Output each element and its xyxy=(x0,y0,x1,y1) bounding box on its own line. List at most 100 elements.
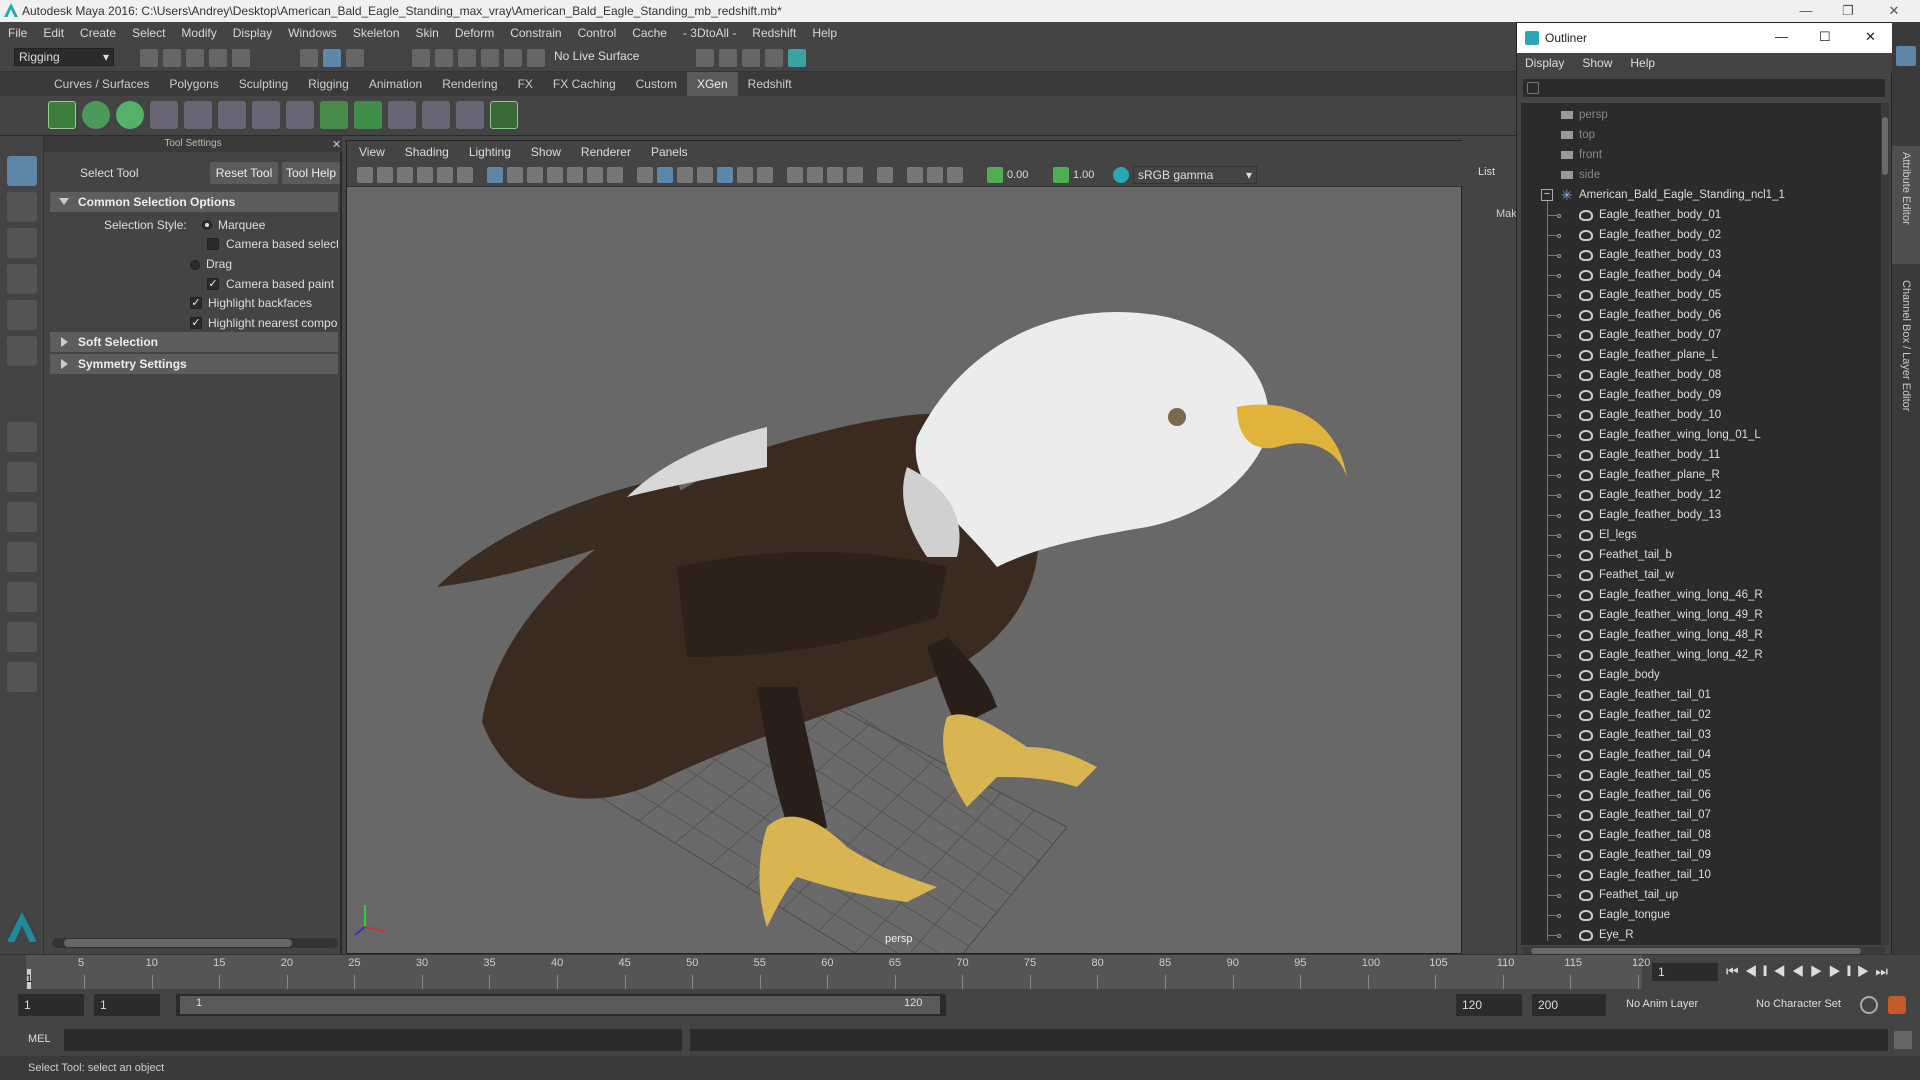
smooth-shade-icon[interactable] xyxy=(657,167,673,183)
default-material-icon[interactable] xyxy=(677,167,693,183)
expand-dot-icon[interactable] xyxy=(1557,394,1561,398)
menu-constrain[interactable]: Constrain xyxy=(510,26,561,40)
go-to-end-icon[interactable]: ⏭ xyxy=(1875,963,1894,979)
use-all-lights-icon[interactable] xyxy=(737,167,753,183)
outliner-item[interactable]: Eagle_feather_body_06 xyxy=(1521,305,1881,325)
expand-dot-icon[interactable] xyxy=(1557,734,1561,738)
expand-dot-icon[interactable] xyxy=(1557,814,1561,818)
expand-dot-icon[interactable] xyxy=(1557,894,1561,898)
shelf-tab-xgen[interactable]: XGen xyxy=(686,72,738,96)
snap-view-icon[interactable] xyxy=(481,49,499,67)
outliner-filter-input[interactable] xyxy=(1523,79,1885,97)
color-management-icon[interactable] xyxy=(1113,167,1129,183)
select-tool-icon[interactable] xyxy=(7,156,37,186)
time-slider[interactable]: 5 10 15 20 25 30 35 40 45 50 55 60 65 70 75 80 85 90 95 100… xyxy=(0,954,1920,989)
textured-icon[interactable] xyxy=(717,167,733,183)
outliner-item[interactable]: Eagle_feather_tail_01 xyxy=(1521,685,1881,705)
command-language[interactable]: MEL xyxy=(28,1033,51,1045)
viewport-panel[interactable]: View Shading Lighting Show Renderer Panels 0.… xyxy=(346,140,1463,954)
step-forward-key-icon[interactable]: ▶❙ xyxy=(1828,963,1856,979)
outliner-item[interactable]: Eagle_feather_body_03 xyxy=(1521,245,1881,265)
minimize-icon[interactable]: — xyxy=(1775,29,1788,44)
expand-dot-icon[interactable] xyxy=(1557,234,1561,238)
outliner-item[interactable]: Eagle_feather_body_09 xyxy=(1521,385,1881,405)
expand-dot-icon[interactable] xyxy=(1557,334,1561,338)
xgen-cut-icon[interactable] xyxy=(456,101,484,129)
custom-layout-icon[interactable] xyxy=(7,622,37,652)
outliner-item[interactable]: Eagle_feather_body_08 xyxy=(1521,365,1881,385)
outliner-item[interactable]: Eagle_feather_tail_04 xyxy=(1521,745,1881,765)
expand-dot-icon[interactable] xyxy=(1557,854,1561,858)
outliner-menu-show[interactable]: Show xyxy=(1582,56,1612,70)
wireframe-icon[interactable] xyxy=(637,167,653,183)
outliner-item[interactable]: Eagle_feather_wing_long_49_R xyxy=(1521,605,1881,625)
step-back-key-icon[interactable]: ❙◀ xyxy=(1763,963,1791,979)
xgen-add-guide-icon[interactable] xyxy=(184,101,212,129)
outliner-item[interactable]: Eagle_feather_wing_long_42_R xyxy=(1521,645,1881,665)
xgen-comb-icon[interactable] xyxy=(422,101,450,129)
viewport-menu-panels[interactable]: Panels xyxy=(651,145,688,159)
viewport-menu-shading[interactable]: Shading xyxy=(405,145,449,159)
xray-joints-icon[interactable] xyxy=(927,167,943,183)
viewport-menu-show[interactable]: Show xyxy=(531,145,561,159)
outliner-item[interactable]: Eagle_feather_wing_long_48_R xyxy=(1521,625,1881,645)
outliner-item[interactable]: Eagle_feather_tail_09 xyxy=(1521,845,1881,865)
close-icon[interactable]: ✕ xyxy=(1865,29,1876,45)
expand-dot-icon[interactable] xyxy=(1557,594,1561,598)
select-hierarchy-icon[interactable] xyxy=(300,49,318,67)
snap-curve-icon[interactable] xyxy=(435,49,453,67)
symmetry-settings-section[interactable]: Symmetry Settings xyxy=(50,354,338,374)
isolate-select-icon[interactable] xyxy=(877,167,893,183)
grid-icon[interactable] xyxy=(487,167,503,183)
range-slider[interactable]: 1 120 xyxy=(176,994,946,1016)
motion-blur-icon[interactable] xyxy=(807,167,823,183)
paint-select-tool-icon[interactable] xyxy=(7,228,37,258)
exposure-field[interactable]: 0.00 xyxy=(1007,167,1051,183)
expand-dot-icon[interactable] xyxy=(1557,794,1561,798)
soft-selection-section[interactable]: Soft Selection xyxy=(50,332,338,352)
outliner-item[interactable]: Eagle_feather_body_13 xyxy=(1521,505,1881,525)
command-input[interactable] xyxy=(64,1029,682,1051)
expand-dot-icon[interactable] xyxy=(1557,614,1561,618)
gate-mask-icon[interactable] xyxy=(547,167,563,183)
expand-dot-icon[interactable] xyxy=(1557,754,1561,758)
menu-select[interactable]: Select xyxy=(132,26,165,40)
gamma-field[interactable]: 1.00 xyxy=(1073,167,1113,183)
expand-dot-icon[interactable] xyxy=(1557,634,1561,638)
menu-3dtoall[interactable]: - 3DtoAll - xyxy=(683,26,736,40)
menu-deform[interactable]: Deform xyxy=(455,26,494,40)
menu-skeleton[interactable]: Skeleton xyxy=(353,26,400,40)
snap-magnet-icon[interactable] xyxy=(527,49,545,67)
close-icon[interactable]: ✕ xyxy=(332,138,341,151)
mode-select[interactable]: Rigging ▾ xyxy=(14,48,114,66)
expand-dot-icon[interactable] xyxy=(1557,474,1561,478)
menu-cache[interactable]: Cache xyxy=(632,26,667,40)
go-to-start-icon[interactable]: ⏮ xyxy=(1726,963,1745,979)
expand-dot-icon[interactable] xyxy=(1557,674,1561,678)
new-scene-icon[interactable] xyxy=(140,49,158,67)
xgen-lock-icon[interactable] xyxy=(286,101,314,129)
outliner-item[interactable]: Eagle_feather_body_05 xyxy=(1521,285,1881,305)
outliner-item[interactable]: Eagle_feather_tail_10 xyxy=(1521,865,1881,885)
outliner-item[interactable]: Eagle_feather_body_11 xyxy=(1521,445,1881,465)
scroll-thumb[interactable] xyxy=(64,939,292,947)
rotate-tool-icon[interactable] xyxy=(7,300,37,330)
scroll-thumb[interactable] xyxy=(1882,117,1888,175)
perspective-graph-icon[interactable] xyxy=(7,542,37,572)
scene-view[interactable] xyxy=(347,187,1461,953)
outliner-item[interactable]: Eagle_feather_body_10 xyxy=(1521,405,1881,425)
xgen-icon[interactable] xyxy=(48,101,76,129)
screen-space-ao-icon[interactable] xyxy=(787,167,803,183)
more-layouts-icon[interactable] xyxy=(7,662,37,692)
outliner-menu-display[interactable]: Display xyxy=(1525,56,1564,70)
auto-key-icon[interactable] xyxy=(1860,996,1878,1014)
play-forward-icon[interactable]: ▶ xyxy=(1810,963,1829,979)
expand-dot-icon[interactable] xyxy=(1557,214,1561,218)
outliner-item[interactable]: Eagle_tongue xyxy=(1521,905,1881,925)
expand-dot-icon[interactable] xyxy=(1557,434,1561,438)
time-track[interactable]: 5 10 15 20 25 30 35 40 45 50 55 60 65 70 75 80 85 90 95 100… xyxy=(26,955,1650,989)
hypershade-layout-icon[interactable] xyxy=(7,582,37,612)
expand-dot-icon[interactable] xyxy=(1557,534,1561,538)
select-object-icon[interactable] xyxy=(323,49,341,67)
outliner-item[interactable]: Eagle_feather_tail_05 xyxy=(1521,765,1881,785)
